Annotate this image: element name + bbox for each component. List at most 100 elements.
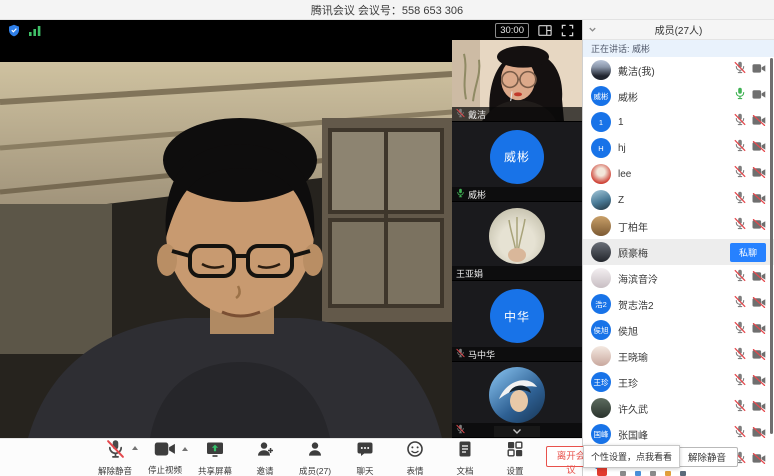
unmute-button[interactable]: 解除静音	[676, 447, 738, 467]
video-thumbnail-strip: 戴洁威彬 威彬 王亚娟中华 马中华	[452, 40, 582, 438]
private-chat-button[interactable]: 私聊	[730, 243, 766, 262]
toolbar-button-label: 停止视频	[148, 464, 182, 476]
members-scrollbar[interactable]	[770, 58, 773, 434]
toolbar-docs-button[interactable]: 文档	[442, 439, 488, 476]
tile-avatar	[489, 367, 545, 423]
security-shield-icon[interactable]	[8, 24, 20, 37]
member-status	[734, 113, 766, 131]
member-status	[734, 347, 766, 365]
member-row[interactable]: 王晓瑜	[583, 343, 774, 369]
camera-off-icon	[752, 191, 766, 209]
member-status	[734, 295, 766, 313]
camera-off-icon	[752, 321, 766, 339]
docs-icon	[455, 439, 475, 464]
mic-muted-icon	[456, 348, 465, 360]
mic-muted-icon	[734, 373, 746, 391]
taskbar-icon[interactable]	[665, 471, 671, 476]
member-name: 顾豪梅	[618, 245, 723, 260]
member-status	[734, 451, 766, 469]
chat-icon	[355, 439, 375, 464]
camera-off-icon	[752, 139, 766, 157]
now-speaking-bar: 正在讲话: 威彬	[583, 40, 774, 57]
caret-up-icon[interactable]	[132, 446, 138, 450]
members-panel-header: 成员(27人)	[583, 20, 774, 40]
taskbar-icon[interactable]	[650, 471, 656, 476]
member-status	[734, 191, 766, 209]
tile-avatar	[489, 208, 545, 264]
toolbar-share-screen-button[interactable]: 共享屏幕	[192, 439, 238, 476]
toolbar-button-label: 解除静音	[98, 465, 132, 476]
taskbar-icon[interactable]	[680, 471, 686, 476]
member-row[interactable]: 顾豪梅私聊	[583, 239, 774, 265]
member-status	[734, 165, 766, 183]
camera-off-icon	[752, 425, 766, 443]
toolbar-button-label: 聊天	[356, 465, 373, 476]
toolbar-chat-button[interactable]: 聊天	[342, 439, 388, 476]
toolbar-mic-muted-button[interactable]: 解除静音	[92, 439, 138, 476]
member-row[interactable]: Hhj	[583, 135, 774, 161]
tile-name: 马中华	[468, 348, 495, 361]
member-row[interactable]: 王珍王珍	[583, 369, 774, 395]
member-name: Z	[618, 195, 727, 206]
member-row[interactable]: 11	[583, 109, 774, 135]
mic-muted-icon	[734, 113, 746, 131]
caret-up-icon[interactable]	[182, 447, 188, 451]
mic-muted-icon	[734, 425, 746, 443]
camera-off-icon	[752, 399, 766, 417]
video-tile[interactable]: 戴洁	[452, 40, 582, 122]
member-row[interactable]: 浩2贺志浩2	[583, 291, 774, 317]
member-name: 贺志浩2	[618, 297, 727, 312]
camera-on-icon	[752, 87, 766, 105]
video-tile[interactable]	[452, 362, 582, 438]
toolbar-settings-button[interactable]: 设置	[492, 439, 538, 476]
member-status: 私聊	[730, 243, 766, 262]
member-row[interactable]: 丁柏年	[583, 213, 774, 239]
member-name: 张国峰	[618, 427, 727, 442]
toolbar-camera-button[interactable]: 停止视频	[142, 440, 188, 476]
member-avatar	[591, 190, 611, 210]
camera-off-icon	[752, 113, 766, 131]
member-name: 丁柏年	[618, 219, 727, 234]
collapse-strip-chevron[interactable]	[494, 426, 540, 437]
member-avatar	[591, 242, 611, 262]
member-name: 海滨音泠	[618, 271, 727, 286]
camera-off-icon	[752, 451, 766, 469]
member-row[interactable]: 海滨音泠	[583, 265, 774, 291]
video-tile[interactable]: 威彬 威彬	[452, 122, 582, 202]
toolbar-invite-button[interactable]: 邀请	[242, 439, 288, 476]
member-status	[734, 87, 766, 105]
members-count-title: 成员(27人)	[583, 22, 774, 37]
member-row[interactable]: 威彬威彬	[583, 83, 774, 109]
mic-muted-icon	[734, 61, 746, 79]
tile-name: 威彬	[468, 188, 486, 201]
collapse-panel-icon[interactable]	[588, 25, 597, 34]
member-row[interactable]: 国峰张国峰	[583, 421, 774, 447]
member-row[interactable]: 戴洁(我)	[583, 57, 774, 83]
member-row[interactable]: Z	[583, 187, 774, 213]
tile-name-label: 王亚娟	[452, 266, 582, 280]
member-avatar	[591, 216, 611, 236]
member-row[interactable]: 许久武	[583, 395, 774, 421]
mic-muted-icon	[456, 424, 465, 436]
member-row[interactable]: lee	[583, 161, 774, 187]
member-status	[734, 269, 766, 287]
member-name: lee	[618, 169, 727, 180]
fullscreen-icon[interactable]	[561, 24, 574, 37]
member-row[interactable]: 侯旭侯旭	[583, 317, 774, 343]
video-tile[interactable]: 王亚娟	[452, 202, 582, 281]
toolbar-members-button[interactable]: 成员(27)	[292, 439, 338, 476]
window-title: 腾讯会议 会议号：558 653 306	[311, 2, 463, 18]
toolbar-button-label: 文档	[456, 465, 473, 476]
layout-view-icon[interactable]	[538, 24, 552, 37]
taskbar-icon[interactable]	[620, 471, 626, 476]
mic-muted-icon	[734, 269, 746, 287]
member-avatar	[591, 398, 611, 418]
members-icon	[305, 439, 325, 464]
main-video	[0, 62, 452, 438]
member-name: 1	[618, 117, 727, 128]
video-tile[interactable]: 中华 马中华	[452, 281, 582, 362]
toolbar-emoji-button[interactable]: 表情	[392, 439, 438, 476]
toolbar-button-label: 表情	[406, 465, 423, 476]
member-avatar	[591, 164, 611, 184]
taskbar-icon[interactable]	[635, 471, 641, 476]
